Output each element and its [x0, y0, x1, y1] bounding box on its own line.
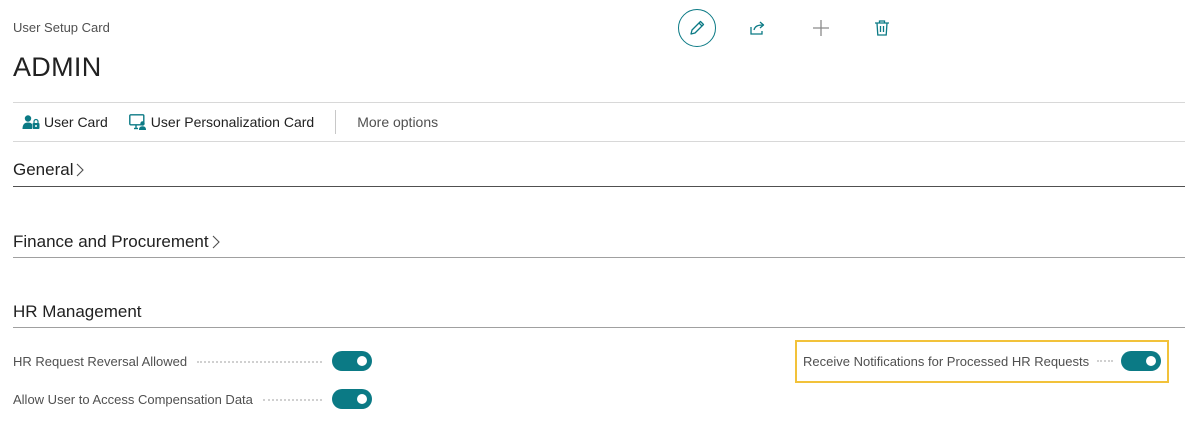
user-card-action[interactable]: User Card — [22, 114, 108, 130]
field-label: Allow User to Access Compensation Data — [13, 391, 253, 407]
section-finance-title: Finance and Procurement — [13, 232, 209, 251]
section-general-header[interactable]: General — [13, 160, 1185, 180]
field-receive-notifications: Receive Notifications for Processed HR R… — [803, 349, 1161, 373]
add-icon — [813, 20, 829, 36]
section-finance-divider — [13, 257, 1185, 258]
field-label: HR Request Reversal Allowed — [13, 353, 188, 369]
section-general-divider — [13, 186, 1185, 187]
edit-icon — [690, 20, 705, 35]
field-label: Receive Notifications for Processed HR R… — [803, 353, 1090, 369]
field-hr-request-reversal-allowed: HR Request Reversal Allowed — [13, 349, 372, 373]
field-allow-compensation-access: Allow User to Access Compensation Data — [13, 387, 372, 411]
field-leader-dots — [1097, 360, 1113, 362]
action-bar-divider — [335, 110, 337, 134]
chevron-right-icon — [77, 163, 85, 177]
section-hr-title: HR Management — [13, 302, 142, 321]
page-caption: User Setup Card — [13, 20, 110, 35]
field-leader-dots — [197, 361, 322, 363]
section-hr-header[interactable]: HR Management — [13, 302, 1185, 322]
add-button[interactable] — [801, 8, 841, 48]
field-leader-dots — [262, 399, 322, 401]
page-title: ADMIN — [13, 52, 102, 82]
section-finance-header[interactable]: Finance and Procurement — [13, 232, 1185, 252]
share-button[interactable] — [738, 8, 778, 48]
compensation-access-toggle[interactable] — [332, 389, 372, 409]
edit-button[interactable] — [678, 9, 716, 47]
monitor-user-icon — [128, 114, 146, 130]
delete-button[interactable] — [862, 8, 902, 48]
share-icon — [750, 21, 765, 35]
user-personalization-card-action[interactable]: User Personalization Card — [128, 114, 315, 130]
hr-request-reversal-toggle[interactable] — [332, 351, 372, 371]
delete-icon — [875, 20, 889, 36]
user-personalization-card-label: User Personalization Card — [150, 114, 315, 130]
action-bar: User Card User Personalization Card More… — [13, 102, 1185, 142]
section-general-title: General — [13, 160, 74, 179]
user-card-label: User Card — [44, 114, 108, 130]
chevron-right-icon — [212, 235, 220, 249]
top-actions — [678, 8, 902, 48]
user-lock-icon — [22, 115, 40, 129]
more-options-button[interactable]: More options — [357, 114, 438, 130]
receive-notifications-toggle[interactable] — [1121, 351, 1161, 371]
section-hr-divider — [13, 327, 1185, 328]
